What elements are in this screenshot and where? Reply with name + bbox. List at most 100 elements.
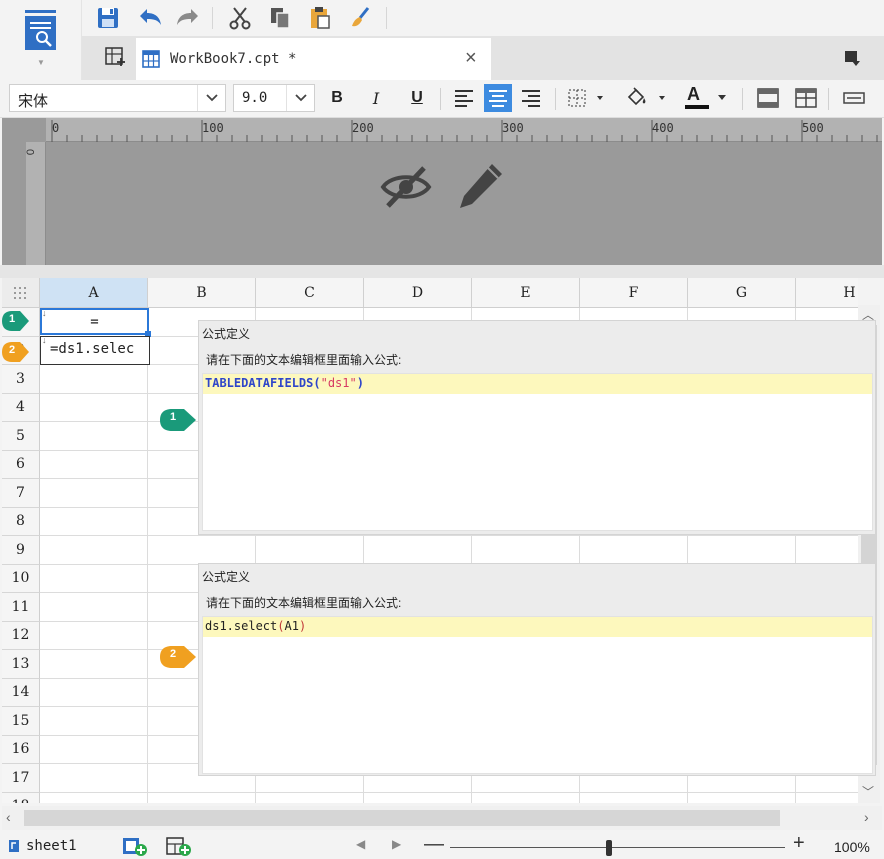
new-report-icon[interactable] [104,46,126,68]
next-sheet-icon[interactable]: ▶ [392,837,401,851]
chevron-down-icon[interactable] [197,85,225,111]
split-cells-button[interactable] [792,84,820,112]
cell-a18[interactable] [40,792,148,803]
cell-d18[interactable] [364,792,472,803]
cell-a8[interactable] [40,507,148,536]
cut-button[interactable] [226,4,254,32]
column-header-e[interactable]: E [472,278,580,308]
fill-color-button[interactable] [624,84,670,112]
paste-button[interactable] [306,4,334,32]
add-dashboard-icon[interactable] [166,836,192,856]
column-header-h[interactable]: H [796,278,858,308]
cell-a12[interactable] [40,621,148,650]
pencil-icon[interactable] [458,162,504,210]
cell-a13[interactable] [40,650,148,679]
cell-c9[interactable] [256,536,364,565]
zoom-in-button[interactable]: + [793,832,805,855]
cell-a2[interactable]: =ds1.selec [40,336,150,365]
cell-a3[interactable] [40,365,148,394]
row-header-13[interactable]: 13 [2,650,40,679]
cell-a9[interactable] [40,536,148,565]
column-header-a[interactable]: A [40,278,148,308]
column-header-c[interactable]: C [256,278,364,308]
scroll-left-icon[interactable]: ‹ [6,809,11,825]
report-header-design-area[interactable]: 0 100 200 300 400 500 0 [2,118,882,265]
row-header-8[interactable]: 8 [2,507,40,536]
select-all-corner[interactable] [2,278,40,308]
scroll-down-icon[interactable]: ﹀ [862,783,874,800]
add-sheet-icon[interactable] [122,836,148,856]
cell-a15[interactable] [40,707,148,736]
cell-c18[interactable] [256,792,364,803]
align-right-button[interactable] [517,84,545,112]
copy-button[interactable] [266,4,294,32]
column-header-d[interactable]: D [364,278,472,308]
column-header-b[interactable]: B [148,278,256,308]
row-header-3[interactable]: 3 [2,365,40,394]
row-header-6[interactable]: 6 [2,450,40,479]
italic-button[interactable]: I [362,84,390,112]
cell-g18[interactable] [688,792,796,803]
hide-eye-icon[interactable] [380,164,432,210]
sheet-tab-sheet1[interactable]: sheet1 [8,835,77,857]
cell-a16[interactable] [40,735,148,764]
row-header-4[interactable]: 4 [2,393,40,422]
scrollbar-thumb[interactable] [24,810,780,826]
row-header-16[interactable]: 16 [2,735,40,764]
cell-e18[interactable] [472,792,580,803]
cell-b18[interactable] [148,792,256,803]
formula-editor[interactable]: ds1.select(A1) [202,616,873,774]
align-left-button[interactable] [450,84,478,112]
close-icon[interactable]: × [465,47,477,70]
row-header-15[interactable]: 15 [2,707,40,736]
cell-a4[interactable] [40,393,148,422]
cell-a11[interactable] [40,593,148,622]
cell-e9[interactable] [472,536,580,565]
border-dropdown-button[interactable] [564,84,610,112]
cell-a6[interactable] [40,450,148,479]
merge-cells-button[interactable] [754,84,782,112]
cell-h9[interactable] [796,536,858,565]
app-logo-icon[interactable] [24,10,57,50]
scroll-right-icon[interactable]: › [864,809,869,825]
row-header-18[interactable]: 18 [2,792,40,803]
tab-workbook7[interactable]: WorkBook7.cpt * × [136,38,491,80]
cell-a14[interactable] [40,678,148,707]
prev-sheet-icon[interactable]: ◀ [356,837,365,851]
zoom-slider-knob[interactable] [606,840,612,856]
row-header-10[interactable]: 10 [2,564,40,593]
font-size-select[interactable]: 9.0 [233,84,315,112]
cell-h18[interactable] [796,793,858,804]
cell-a5[interactable] [40,422,148,451]
font-color-button[interactable]: A [684,84,732,112]
row-header-14[interactable]: 14 [2,678,40,707]
cell-b9[interactable] [148,536,256,565]
row-header-17[interactable]: 17 [2,764,40,793]
row-header-5[interactable]: 5 [2,422,40,451]
column-header-g[interactable]: G [688,278,796,308]
row-header-7[interactable]: 7 [2,479,40,508]
save-button[interactable] [94,4,122,32]
cell-a1[interactable]: = [40,308,151,337]
chevron-down-icon[interactable] [286,85,314,111]
font-family-select[interactable]: 宋体 [9,84,226,112]
horizontal-scrollbar[interactable]: ‹ › [2,806,882,830]
zoom-slider-track[interactable] [450,847,785,848]
underline-button[interactable]: U [403,84,431,112]
row-header-12[interactable]: 12 [2,621,40,650]
cell-f18[interactable] [580,792,688,803]
chevron-down-icon[interactable]: ▼ [37,58,45,67]
cell-a17[interactable] [40,764,148,793]
redo-button[interactable] [174,4,202,32]
row-header-11[interactable]: 11 [2,593,40,622]
format-painter-button[interactable] [346,4,374,32]
cell-d9[interactable] [364,536,472,565]
row-header-9[interactable]: 9 [2,536,40,565]
insert-widget-button[interactable] [840,84,868,112]
align-center-button[interactable] [484,84,512,112]
cell-a7[interactable] [40,479,148,508]
cell-g9[interactable] [688,536,796,565]
zoom-out-button[interactable]: — [424,833,444,856]
bold-button[interactable]: B [323,84,351,112]
column-header-f[interactable]: F [580,278,688,308]
